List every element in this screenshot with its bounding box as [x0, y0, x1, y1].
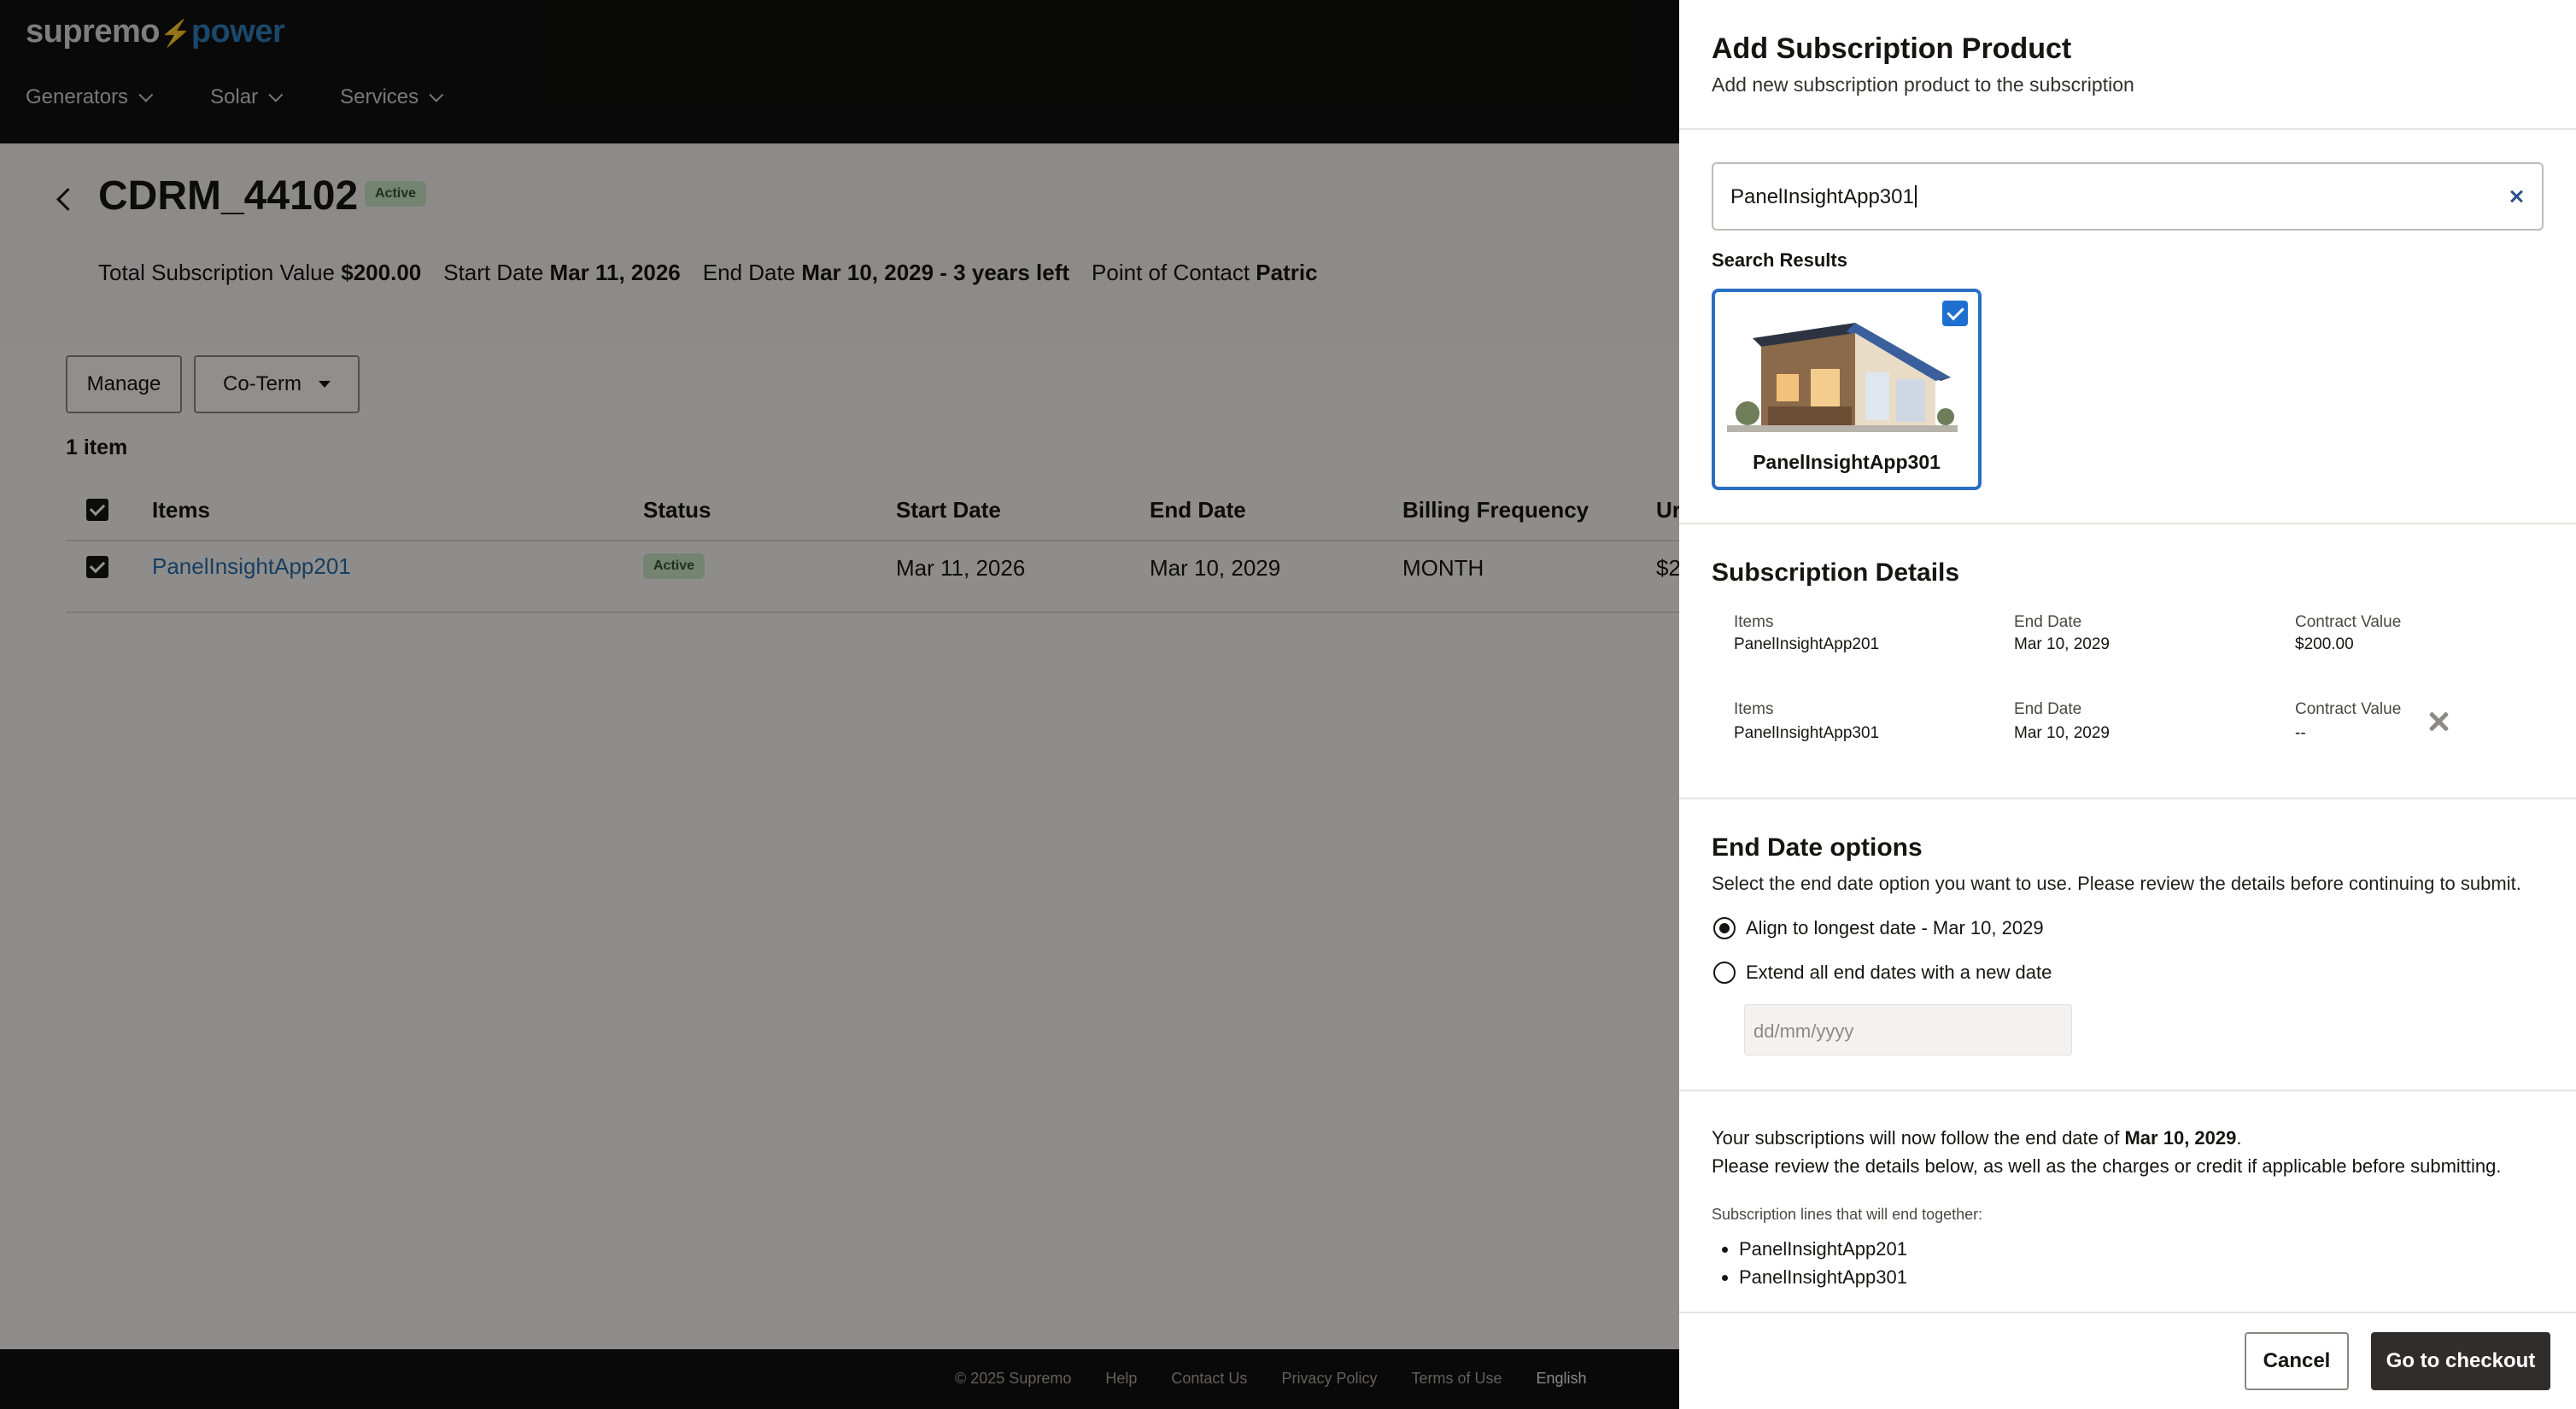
items-label: Items — [1734, 700, 1774, 718]
align-longest-date-label[interactable]: Align to longest date - Mar 10, 2029 — [1746, 917, 2044, 939]
divider — [1679, 1312, 2576, 1313]
items-label: Items — [1734, 613, 1774, 631]
selected-checkbox[interactable] — [1942, 301, 1968, 326]
items-value: PanelInsightApp201 — [1734, 635, 1880, 653]
product-search-input[interactable]: PanelInsightApp301 — [1712, 162, 2544, 231]
list-item: PanelInsightApp301 — [1739, 1263, 1907, 1291]
end-date-value: Mar 10, 2029 — [2014, 635, 2110, 653]
date-placeholder: dd/mm/yyyy — [1753, 1020, 1854, 1042]
remove-line-icon[interactable] — [2426, 709, 2451, 734]
add-product-drawer: Add Subscription Product Add new subscri… — [1679, 0, 2576, 1409]
end-date-options-description: Select the end date option you want to u… — [1712, 873, 2521, 894]
divider — [1679, 128, 2576, 130]
result-name: PanelInsightApp301 — [1753, 451, 1941, 473]
go-to-checkout-button[interactable]: Go to checkout — [2371, 1332, 2550, 1390]
divider — [1679, 1090, 2576, 1091]
end-date-summary: Your subscriptions will now follow the e… — [1712, 1127, 2242, 1149]
contract-value: $200.00 — [2295, 635, 2354, 653]
cancel-button[interactable]: Cancel — [2245, 1332, 2349, 1390]
list-item: PanelInsightApp201 — [1739, 1235, 1907, 1263]
drawer-subtitle: Add new subscription product to the subs… — [1712, 73, 2134, 96]
contract-value-label: Contract Value — [2295, 700, 2402, 718]
lines-ending-list: PanelInsightApp201 PanelInsightApp301 — [1739, 1235, 1907, 1291]
clear-search-icon[interactable] — [2506, 186, 2526, 207]
review-note: Please review the details below, as well… — [1712, 1155, 2502, 1177]
new-end-date-input[interactable]: dd/mm/yyyy — [1744, 1004, 2072, 1055]
divider — [1679, 798, 2576, 799]
contract-value: -- — [2295, 724, 2306, 742]
end-date-options-heading: End Date options — [1712, 833, 1923, 862]
end-date-label: End Date — [2014, 700, 2082, 718]
subscription-details-heading: Subscription Details — [1712, 558, 1960, 587]
extend-end-dates-radio[interactable] — [1713, 962, 1736, 984]
items-value: PanelInsightApp301 — [1734, 724, 1880, 742]
divider — [1679, 523, 2576, 524]
end-date-label: End Date — [2014, 613, 2082, 631]
solar-house-image — [1727, 313, 1958, 432]
search-value: PanelInsightApp301 — [1730, 185, 1917, 209]
search-result-card[interactable]: PanelInsightApp301 — [1712, 289, 1982, 490]
modal-overlay[interactable] — [0, 0, 1679, 1409]
align-longest-date-radio[interactable] — [1713, 917, 1736, 939]
drawer-title: Add Subscription Product — [1712, 32, 2072, 65]
extend-end-dates-label[interactable]: Extend all end dates with a new date — [1746, 962, 2052, 984]
search-results-heading: Search Results — [1712, 249, 1847, 271]
lines-ending-label: Subscription lines that will end togethe… — [1712, 1206, 1983, 1223]
contract-value-label: Contract Value — [2295, 613, 2402, 631]
end-date-value: Mar 10, 2029 — [2014, 724, 2110, 742]
